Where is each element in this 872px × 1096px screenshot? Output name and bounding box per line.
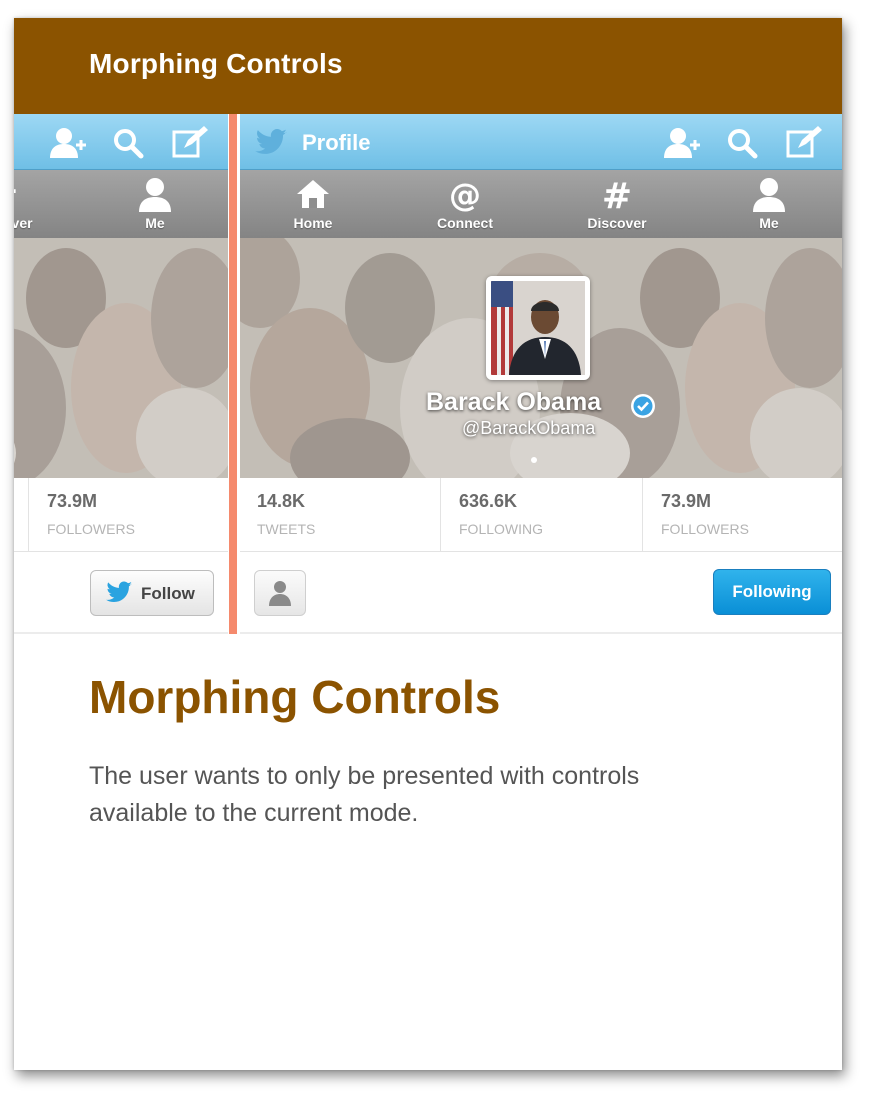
title-banner: Morphing Controls xyxy=(14,18,842,114)
nav-bar: Home @ Connect # Discover Me xyxy=(240,170,842,238)
content-description: The user wants to only be presented with… xyxy=(89,762,640,827)
header-photo xyxy=(14,238,228,478)
header-photo: Barack Obama @BarackObama xyxy=(240,238,842,478)
add-user-icon[interactable] xyxy=(662,126,702,160)
follow-button[interactable]: Follow xyxy=(90,570,214,616)
stat-divider xyxy=(440,478,441,552)
stats-row: 14.8K TWEETS 636.6K FOLLOWING 73.9M FOLL… xyxy=(240,478,842,552)
profile-photo xyxy=(491,281,585,375)
svg-text:#: # xyxy=(602,176,632,212)
banner-title: Morphing Controls xyxy=(89,48,343,79)
stats-row: 73.9M FOLLOWERS xyxy=(14,478,228,552)
person-icon xyxy=(139,178,171,212)
search-icon[interactable] xyxy=(108,126,148,160)
person-icon xyxy=(753,178,785,212)
action-row: Following xyxy=(240,552,842,634)
at-icon: @ xyxy=(449,176,481,212)
tab-discover[interactable]: # Discover xyxy=(557,176,677,234)
search-icon[interactable] xyxy=(722,126,762,160)
nav-bar: Home @ Connect # Discover Me xyxy=(14,170,228,238)
divider-line xyxy=(229,114,237,634)
user-actions-button[interactable] xyxy=(254,570,306,616)
tab-discover[interactable]: # Discover xyxy=(14,176,63,234)
hash-icon: # xyxy=(14,176,18,212)
stat-divider xyxy=(28,478,29,552)
stat-followers[interactable]: 73.9M FOLLOWERS xyxy=(30,478,228,552)
hash-icon: # xyxy=(602,176,632,212)
profile-name: Barack Obama xyxy=(426,388,602,416)
page-indicator-dot[interactable] xyxy=(531,457,537,463)
screen-following-state: Profile Home @ Connect # Discover Me Bar… xyxy=(240,114,842,634)
top-bar: Profile xyxy=(240,114,842,170)
compose-icon[interactable] xyxy=(784,126,824,160)
tab-connect[interactable]: @ Connect xyxy=(405,176,525,234)
home-icon xyxy=(297,180,329,208)
tab-me[interactable]: Me xyxy=(95,176,215,234)
stat-followers[interactable]: 73.9M FOLLOWERS xyxy=(644,478,842,552)
add-user-icon[interactable] xyxy=(48,126,88,160)
crowd-photo xyxy=(14,238,228,478)
stat-tweets[interactable]: 14.8K TWEETS xyxy=(240,478,440,552)
verified-badge-icon xyxy=(631,394,655,418)
person-icon xyxy=(269,581,291,606)
svg-text:#: # xyxy=(14,176,18,212)
stat-following[interactable]: 636.6K FOLLOWING xyxy=(442,478,642,552)
slide-card: Morphing Controls Home xyxy=(14,18,842,1070)
header-title: Profile xyxy=(302,130,371,155)
tab-me[interactable]: Me xyxy=(709,176,829,234)
compose-icon[interactable] xyxy=(170,126,210,160)
svg-text:@: @ xyxy=(449,176,481,212)
following-button[interactable]: Following xyxy=(713,569,831,615)
tab-home[interactable]: Home xyxy=(253,176,373,234)
profile-handle: @BarackObama xyxy=(462,418,596,438)
stat-divider xyxy=(642,478,643,552)
top-bar xyxy=(14,114,228,170)
avatar[interactable] xyxy=(486,276,590,380)
twitter-bird-icon xyxy=(106,581,132,603)
action-row: Follow xyxy=(14,552,228,634)
twitter-bird-icon xyxy=(255,129,287,154)
content-heading: Morphing Controls xyxy=(89,671,501,723)
screen-follow-state: Home @ Connect # Discover Me xyxy=(14,114,228,634)
